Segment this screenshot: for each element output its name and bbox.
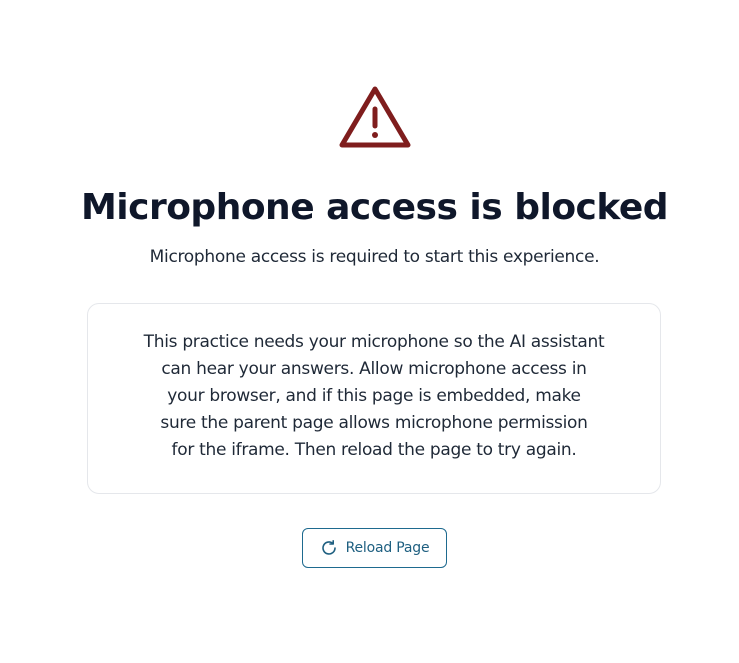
info-card: This practice needs your microphone so t… <box>87 303 661 494</box>
reload-page-button[interactable]: Reload Page <box>302 528 447 568</box>
info-message: This practice needs your microphone so t… <box>132 329 616 464</box>
info-message-line: sure the parent page allows microphone p… <box>160 413 588 433</box>
info-message-line: This practice needs your microphone so t… <box>143 332 605 352</box>
info-message-line: your browser, and if this page is embedd… <box>167 386 581 406</box>
info-message-line: can hear your answers. Allow microphone … <box>161 359 587 379</box>
warning-triangle-icon <box>339 86 411 148</box>
microphone-blocked-page: Microphone access is blocked Microphone … <box>0 0 739 663</box>
page-subtitle: Microphone access is required to start t… <box>149 247 600 267</box>
info-message-line: for the iframe. Then reload the page to … <box>171 440 577 460</box>
reload-button-label: Reload Page <box>345 540 430 556</box>
page-title: Microphone access is blocked <box>80 187 669 228</box>
refresh-icon <box>321 540 336 555</box>
